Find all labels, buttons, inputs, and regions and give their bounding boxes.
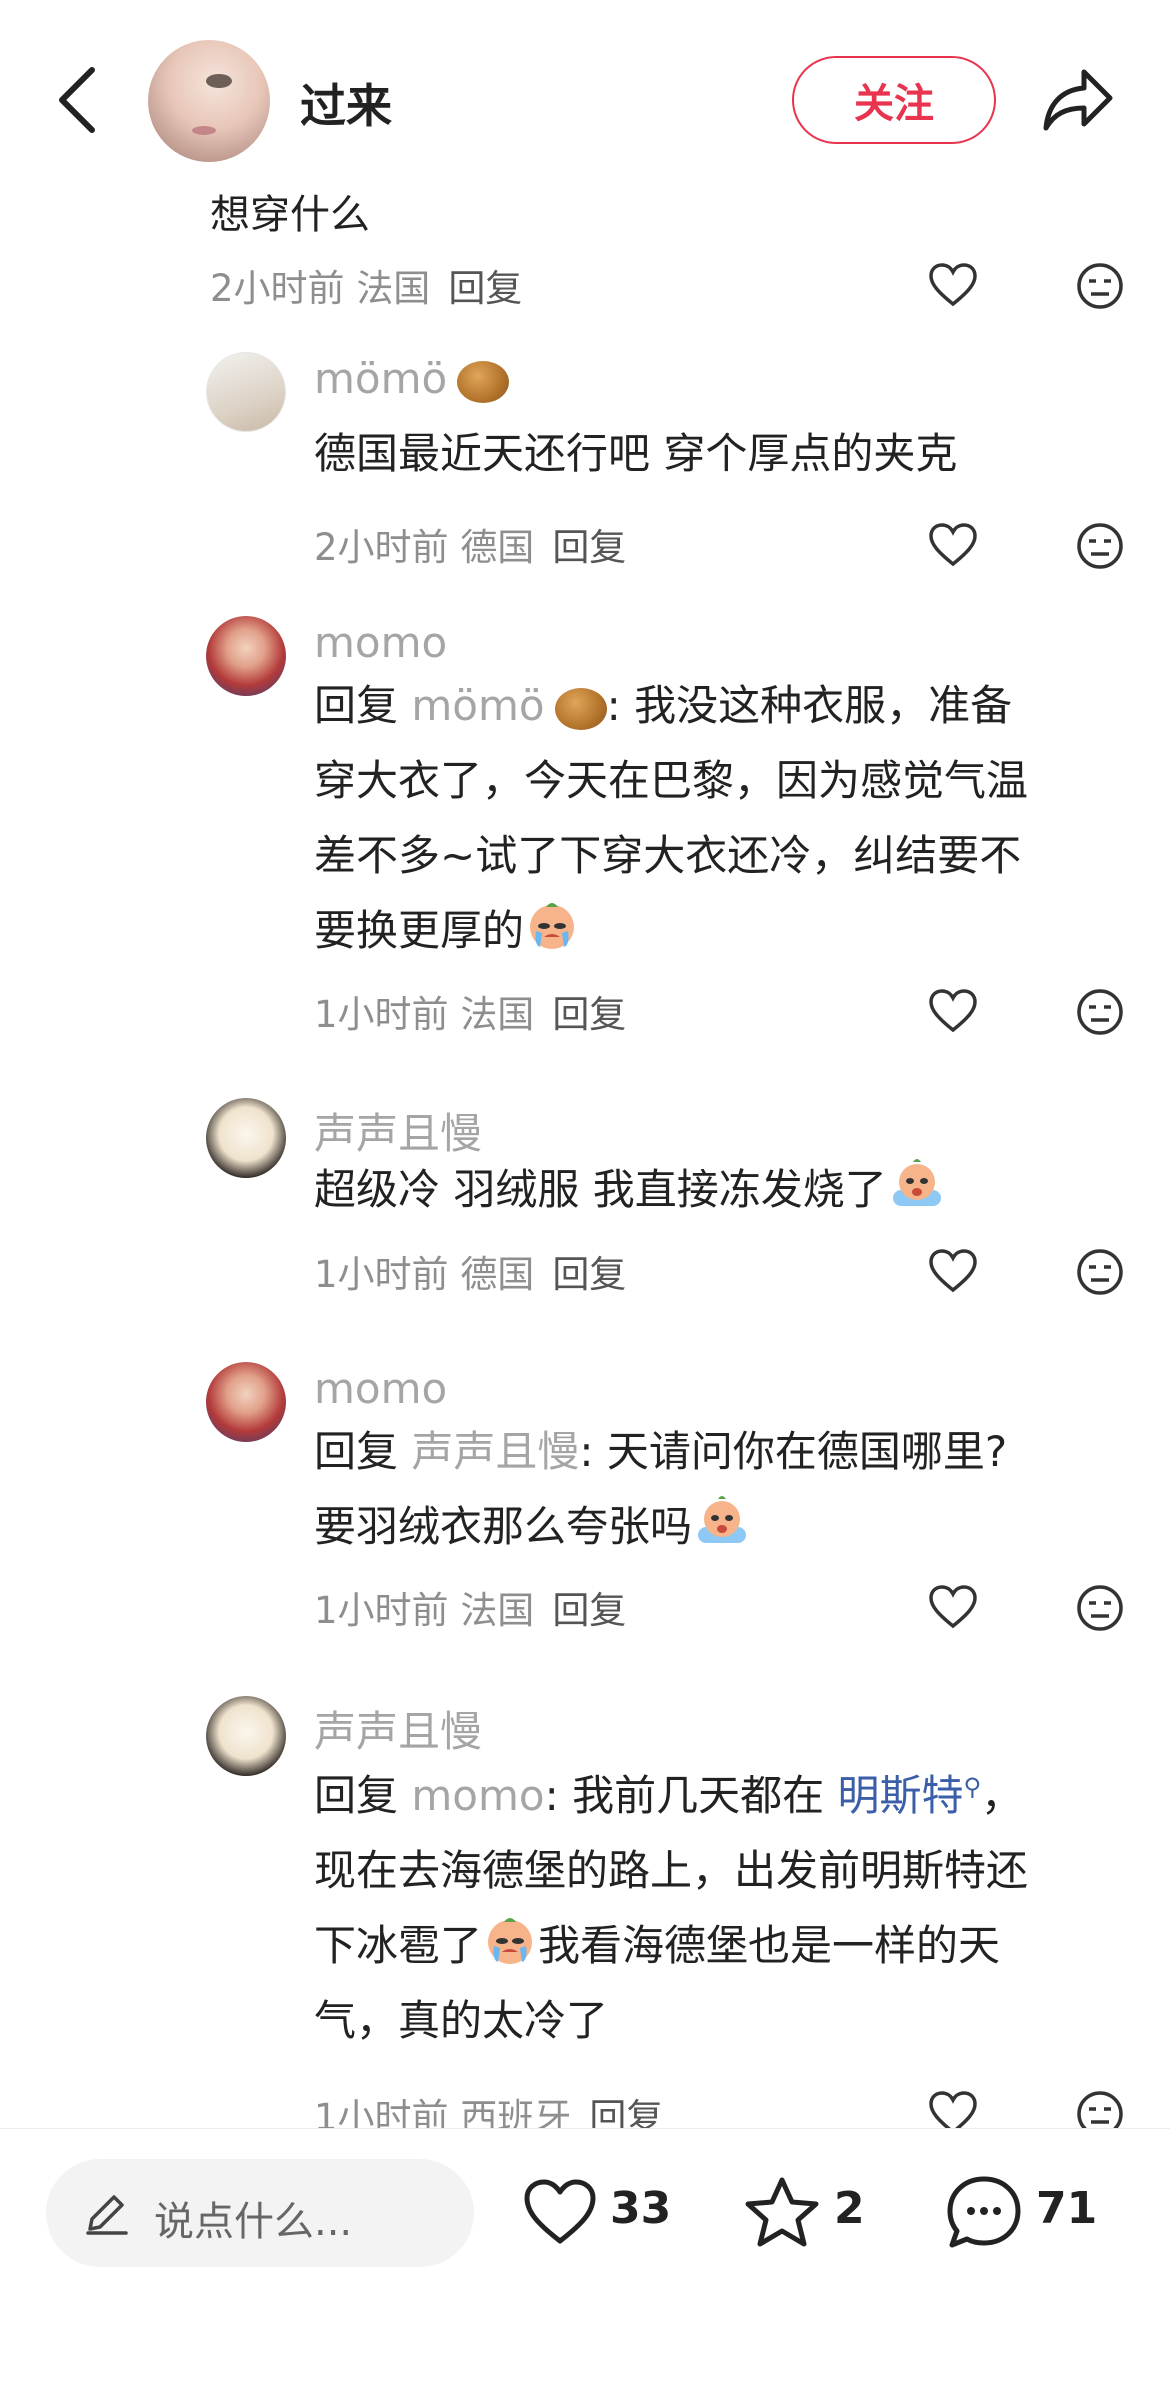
avatar[interactable] [206,616,286,696]
dislike-icon[interactable] [1076,522,1124,570]
chat-bubble-icon [947,2176,1021,2248]
bottom-action-bar: 说点什么... 33 2 71 [0,2128,1170,2394]
avatar[interactable] [206,1362,286,1442]
reply-text: 回复 momo: 我前几天都在 明斯特⚲， 现在去海德堡的路上，出发前明斯特还 … [314,1771,1029,2045]
favorite-button[interactable]: 2 [744,2173,874,2249]
username[interactable]: mömö [314,354,510,403]
like-icon[interactable] [928,262,978,308]
back-icon[interactable] [48,60,108,140]
avatar[interactable] [206,1098,286,1178]
crying-emoji-icon [488,1918,533,1964]
top-bar: 过来 关注 [0,0,1170,190]
heart-icon [524,2179,596,2244]
reply-meta: 2小时前 德国 回复 [314,526,627,569]
reply-text: 回复 声声且慢: 天请问你在德国哪里? 要羽绒衣那么夸张吗 [314,1427,1008,1551]
like-button[interactable]: 33 [522,2173,682,2249]
keyword-link[interactable]: 明斯特⚲ [837,1771,981,1820]
like-icon[interactable] [928,522,978,568]
like-icon[interactable] [928,988,978,1034]
crying-emoji-icon [530,903,575,949]
author-avatar[interactable] [148,40,270,162]
mention[interactable]: 声声且慢 [411,1427,579,1476]
comment-input[interactable]: 说点什么... [46,2159,474,2267]
author-name[interactable]: 过来 [300,70,392,136]
reply-link[interactable]: 回复 [552,1589,626,1632]
reply-link[interactable]: 回复 [552,1253,626,1296]
reply-text: 回复 mömö: 我没这种衣服，准备 穿大衣了，今天在巴黎，因为感觉气温 差不多… [314,681,1029,955]
comment-thread: 想穿什么 2小时前 法国 回复 mömö 德国最近天还行吧 穿个厚点的夹克 2小时… [0,0,1170,2128]
follow-button[interactable]: 关注 [792,56,996,144]
dislike-icon[interactable] [1076,2090,1124,2128]
reply-meta: 1小时前 西班牙 回复 [314,2087,663,2128]
like-icon[interactable] [928,1584,978,1630]
parent-comment-meta: 2小时前 法国 回复 [210,267,523,310]
search-icon: ⚲ [963,1773,982,1801]
potato-emoji-icon [554,687,607,730]
reply-meta: 1小时前 法国 回复 [314,993,627,1036]
username[interactable]: momo [314,1364,447,1413]
username[interactable]: momo [314,618,447,667]
share-icon[interactable] [1038,62,1118,138]
dislike-icon[interactable] [1076,1248,1124,1296]
favorite-count: 2 [834,2183,865,2234]
comment-count: 71 [1036,2183,1098,2234]
potato-emoji-icon [457,360,510,403]
sob-emoji-icon [892,1159,941,1206]
reply-link[interactable]: 回复 [589,2096,663,2128]
sob-emoji-icon [698,1496,747,1543]
dislike-icon[interactable] [1076,262,1124,310]
reply-meta: 1小时前 法国 回复 [314,1589,627,1632]
reply-text: 德国最近天还行吧 穿个厚点的夹克 [314,429,958,478]
comment-input-placeholder: 说点什么... [154,2199,353,2245]
reply-meta: 1小时前 德国 回复 [314,1253,627,1296]
parent-comment-text: 想穿什么 [210,192,370,238]
pencil-icon [86,2195,128,2235]
dislike-icon[interactable] [1076,1584,1124,1632]
mention[interactable]: momo [411,1771,544,1820]
reply-link[interactable]: 回复 [448,267,522,310]
reply-text: 超级冷 羽绒服 我直接冻发烧了 [314,1152,1134,1227]
mention[interactable]: mömö [411,681,544,730]
avatar[interactable] [206,1696,286,1776]
like-icon[interactable] [928,1248,978,1294]
avatar[interactable] [206,352,286,432]
like-icon[interactable] [928,2090,978,2128]
reply-link[interactable]: 回复 [552,526,626,569]
dislike-icon[interactable] [1076,988,1124,1036]
comment-button[interactable]: 71 [944,2173,1114,2249]
reply-link[interactable]: 回复 [552,993,626,1036]
like-count: 33 [610,2183,672,2234]
star-icon [745,2177,819,2247]
